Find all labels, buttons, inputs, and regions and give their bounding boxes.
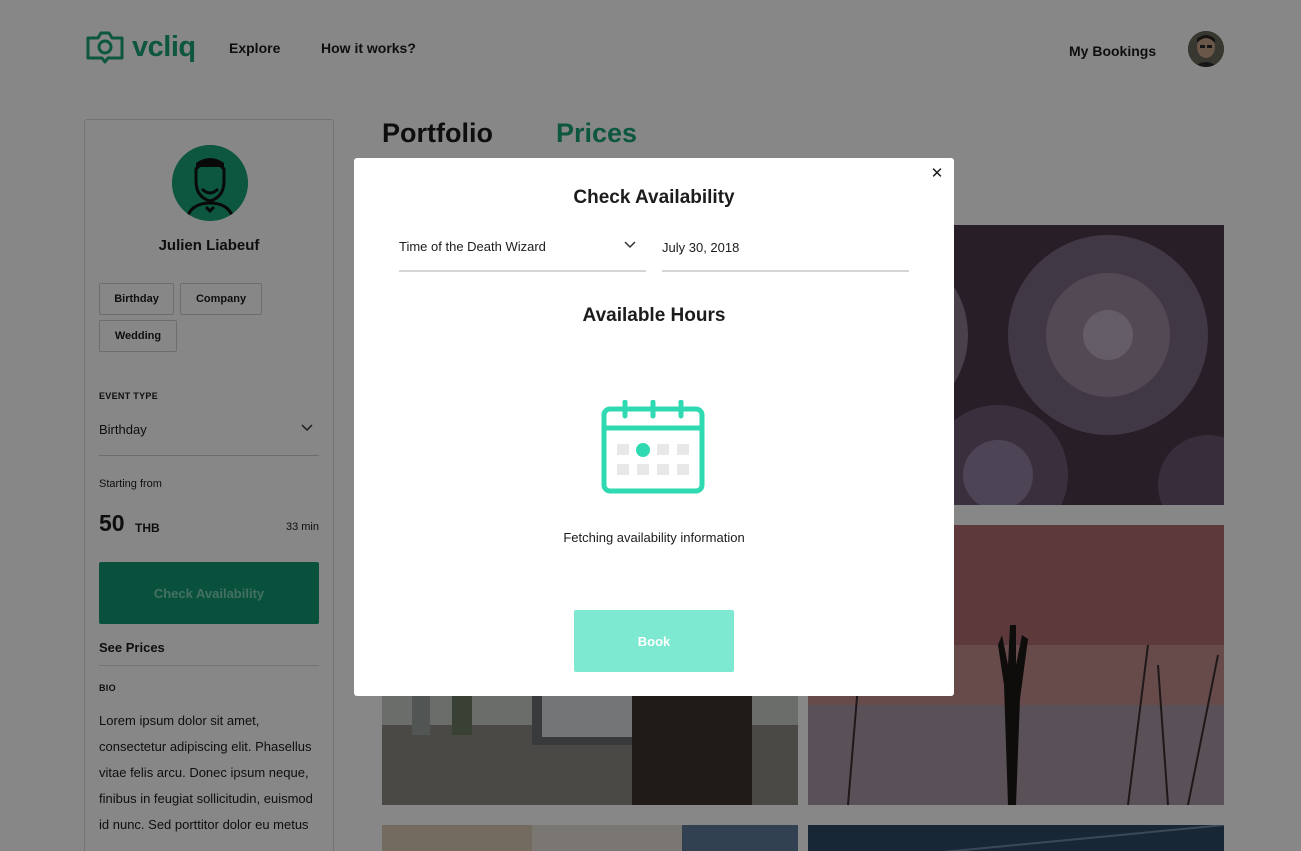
modal-title: Check Availability bbox=[573, 187, 735, 208]
check-availability-modal: ✕ Check Availability Time of the Death W… bbox=[354, 158, 954, 696]
chevron-down-icon bbox=[624, 241, 636, 249]
calendar-icon bbox=[601, 400, 705, 494]
book-button[interactable]: Book bbox=[574, 610, 734, 672]
close-icon[interactable]: ✕ bbox=[928, 164, 946, 182]
available-hours-title: Available Hours bbox=[582, 305, 726, 326]
fetching-status: Fetching availability information bbox=[563, 530, 745, 545]
date-field[interactable]: July 30, 2018 bbox=[662, 230, 909, 272]
service-select[interactable]: Time of the Death Wizard bbox=[399, 230, 646, 272]
date-value: July 30, 2018 bbox=[662, 240, 740, 255]
service-select-value: Time of the Death Wizard bbox=[399, 239, 546, 254]
